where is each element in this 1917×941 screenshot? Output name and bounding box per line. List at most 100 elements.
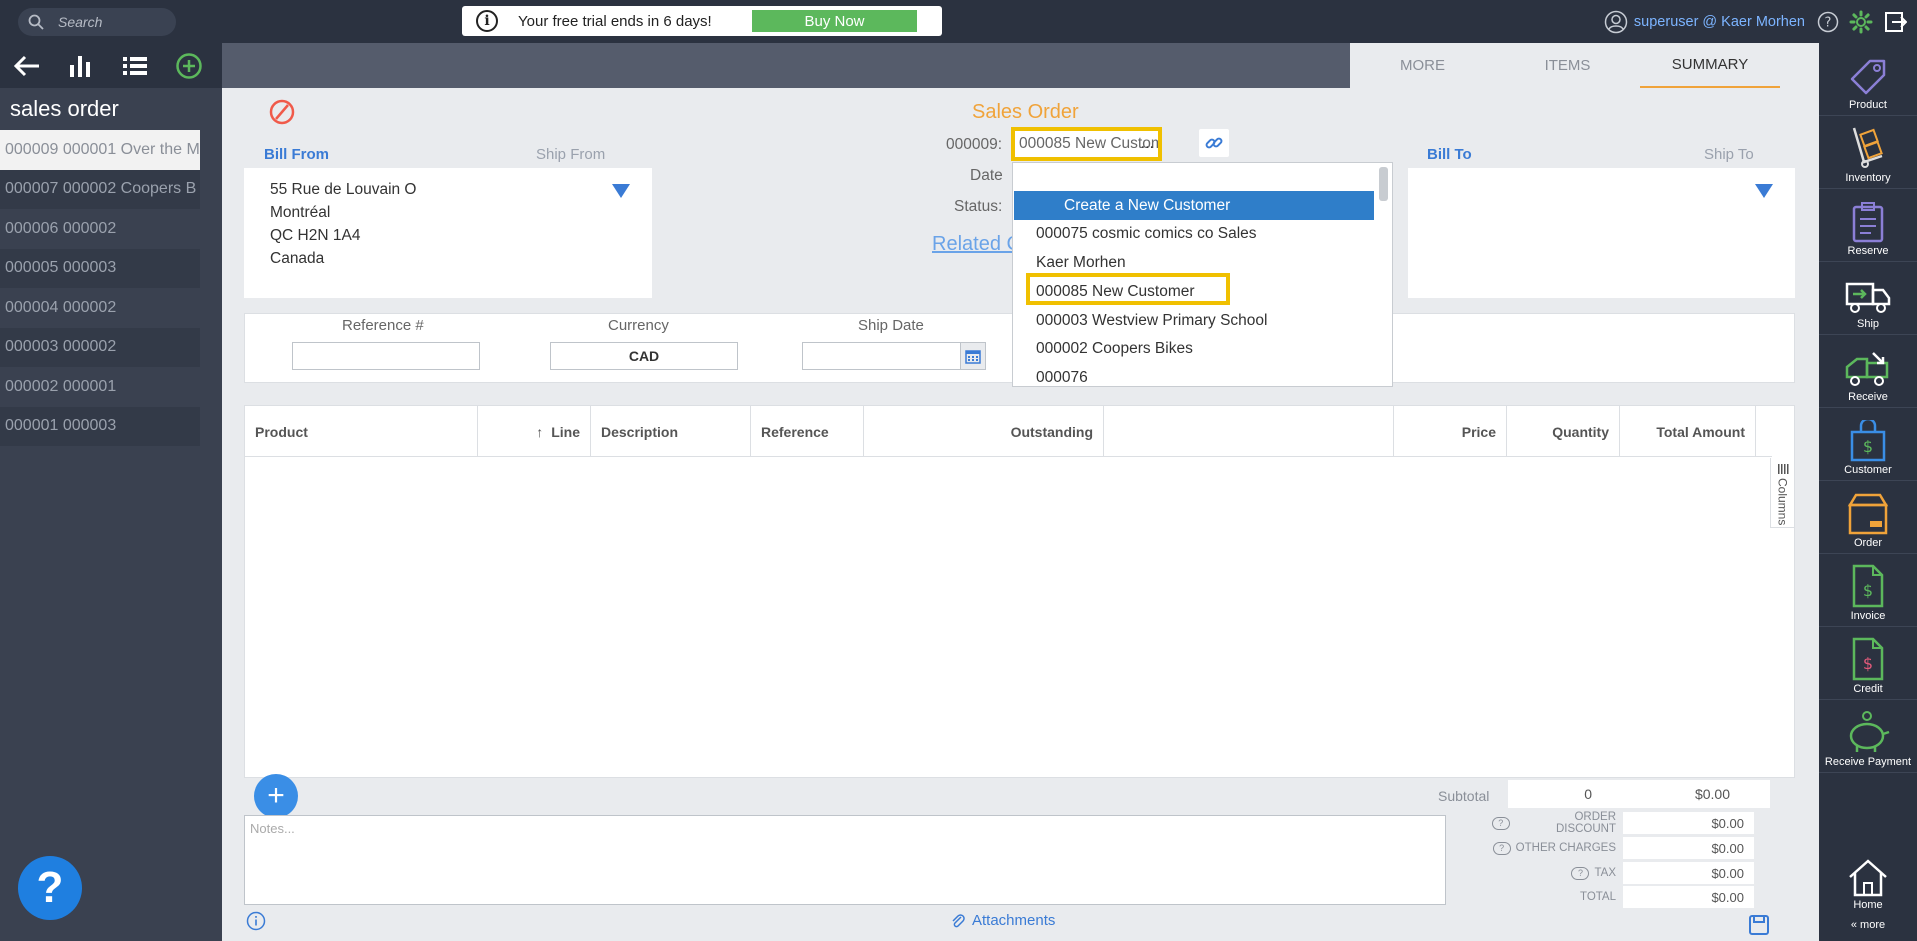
column-header-outstanding[interactable]: Outstanding — [864, 406, 1104, 457]
list-item[interactable]: 000007 000002 Coopers B — [0, 169, 200, 209]
settings-gear-icon[interactable] — [1849, 10, 1873, 34]
subtotal-quantity: 0 — [1508, 780, 1600, 808]
order-discount-label: ORDER DISCOUNT — [1555, 811, 1616, 835]
tab-more[interactable]: MORE — [1350, 43, 1495, 88]
order-discount-row: ? ORDER DISCOUNT $0.00 — [1492, 811, 1755, 835]
column-header-product[interactable]: Product — [245, 406, 478, 457]
user-name: superuser @ Kaer Morhen — [1633, 13, 1805, 30]
column-header-line[interactable]: ↑ Line — [478, 406, 591, 457]
sidebar-item-product[interactable]: Product — [1819, 43, 1917, 116]
create-new-customer-option[interactable]: Create a New Customer — [1014, 191, 1374, 220]
add-line-button[interactable]: + — [254, 774, 298, 818]
info-circle-icon[interactable] — [246, 911, 266, 936]
list-item[interactable]: 000004 000002 — [0, 288, 200, 328]
bar-chart-icon[interactable] — [54, 43, 108, 88]
add-circle-icon[interactable] — [162, 43, 216, 88]
sidebar-item-credit[interactable]: $ Credit — [1819, 627, 1917, 700]
bill-to-address[interactable] — [1408, 168, 1795, 298]
grid-header: Product ↑ Line Description Reference Out… — [245, 406, 1772, 457]
columns-toggle[interactable]: Columns — [1770, 458, 1794, 528]
order-list: 000009 000001 Over the M 000007 000002 C… — [0, 130, 222, 446]
line-items-grid: Product ↑ Line Description Reference Out… — [244, 405, 1795, 778]
attachments-link[interactable]: Attachments — [950, 912, 1055, 929]
user-menu[interactable]: superuser @ Kaer Morhen — [1604, 10, 1805, 34]
customer-option[interactable]: 000002 Coopers Bikes — [1013, 334, 1373, 363]
status-label: Status: — [954, 198, 1003, 215]
paperclip-icon — [952, 913, 965, 927]
ship-date-input[interactable] — [802, 342, 962, 370]
other-charges-value[interactable]: $0.00 — [1622, 836, 1755, 860]
customer-option[interactable]: 000003 Westview Primary School — [1013, 306, 1373, 335]
right-sidebar: Product Inventory Reserve Ship Receive $… — [1819, 43, 1917, 941]
question-bubble-icon[interactable]: ? — [1492, 841, 1511, 855]
column-header-total-amount[interactable]: Total Amount — [1620, 406, 1756, 457]
page-title: Sales Order — [972, 101, 1079, 123]
total-label: TOTAL — [1580, 891, 1616, 903]
tax-label: TAX — [1594, 867, 1616, 879]
columns-icon — [1777, 464, 1788, 474]
sidebar-item-reserve[interactable]: Reserve — [1819, 189, 1917, 262]
back-arrow-icon[interactable] — [0, 43, 54, 88]
list-item[interactable]: 000001 000003 — [0, 406, 200, 446]
address-dropdown-icon[interactable] — [1755, 184, 1773, 198]
column-header-quantity[interactable]: Quantity — [1507, 406, 1620, 457]
list-item[interactable]: 000003 000002 — [0, 327, 200, 367]
ship-from-label[interactable]: Ship From — [536, 146, 605, 163]
date-label: Date — [970, 167, 1003, 184]
notes-field[interactable]: Notes... — [244, 815, 1446, 905]
column-header-price[interactable]: Price — [1394, 406, 1507, 457]
list-icon[interactable] — [108, 43, 162, 88]
order-number-label: 000009: — [946, 136, 1003, 153]
customer-option[interactable]: 000076 — [1013, 363, 1373, 386]
search-input[interactable]: Search — [18, 8, 176, 36]
question-bubble-icon[interactable]: ? — [1492, 816, 1510, 830]
bill-to-label[interactable]: Bill To — [1427, 146, 1472, 163]
list-item[interactable]: 000006 000002 — [0, 209, 200, 249]
customer-input[interactable]: 000085 New Customer ... — [1011, 127, 1162, 161]
bill-from-label[interactable]: Bill From — [264, 146, 329, 163]
sidebar-item-order[interactable]: Order — [1819, 481, 1917, 554]
sidebar-item-inventory[interactable]: Inventory — [1819, 116, 1917, 189]
order-discount-value[interactable]: $0.00 — [1622, 811, 1755, 835]
shopping-bag-icon: $ — [1850, 420, 1886, 462]
sidebar-item-receive[interactable]: Receive — [1819, 335, 1917, 408]
calendar-icon[interactable] — [960, 342, 986, 370]
other-charges-label: OTHER CHARGES — [1515, 842, 1616, 854]
hand-truck-icon — [1852, 127, 1883, 168]
more-link[interactable]: « more — [1819, 919, 1917, 931]
save-icon[interactable] — [1748, 914, 1770, 941]
svg-text:$: $ — [1863, 581, 1873, 600]
sidebar-item-label: Ship — [1856, 318, 1880, 330]
list-item[interactable]: 000005 000003 — [0, 248, 200, 288]
list-item[interactable]: 000002 000001 — [0, 367, 200, 407]
buy-now-button[interactable]: Buy Now — [752, 10, 917, 32]
ship-to-label[interactable]: Ship To — [1704, 146, 1754, 163]
reference-input[interactable] — [292, 342, 480, 370]
void-order-icon[interactable] — [268, 98, 296, 131]
address-line: 55 Rue de Louvain O — [270, 181, 417, 198]
logout-icon[interactable] — [1883, 10, 1907, 34]
customer-option[interactable]: 000075 cosmic comics co Sales — [1013, 219, 1373, 248]
sidebar-item-customer[interactable]: $ Customer — [1819, 408, 1917, 481]
column-header-description[interactable]: Description — [591, 406, 751, 457]
list-item[interactable]: 000009 000001 Over the M — [0, 130, 200, 170]
dropdown-scrollbar[interactable] — [1379, 167, 1388, 201]
search-placeholder: Search — [58, 14, 103, 30]
related-link[interactable]: Related C — [932, 233, 1012, 256]
sidebar-item-receive-payment[interactable]: Receive Payment — [1819, 700, 1917, 773]
total-row: TOTAL $0.00 — [1492, 885, 1755, 909]
link-icon[interactable] — [1199, 129, 1229, 157]
ellipsis-button[interactable]: ... — [1141, 135, 1154, 153]
tab-summary[interactable]: SUMMARY — [1640, 43, 1780, 88]
sidebar-item-home[interactable]: Home — [1819, 851, 1917, 915]
bill-from-address[interactable]: 55 Rue de Louvain O Montréal QC H2N 1A4 … — [244, 168, 652, 298]
currency-select[interactable]: CAD — [550, 342, 738, 370]
column-header-reference[interactable]: Reference — [751, 406, 864, 457]
sidebar-item-ship[interactable]: Ship — [1819, 262, 1917, 335]
tab-items[interactable]: ITEMS — [1495, 43, 1640, 88]
help-icon[interactable]: ? — [1817, 11, 1839, 33]
sidebar-item-invoice[interactable]: $ Invoice — [1819, 554, 1917, 627]
help-bubble-button[interactable]: ? — [18, 856, 82, 920]
address-dropdown-icon[interactable] — [612, 184, 630, 198]
question-bubble-icon[interactable]: ? — [1571, 866, 1590, 880]
